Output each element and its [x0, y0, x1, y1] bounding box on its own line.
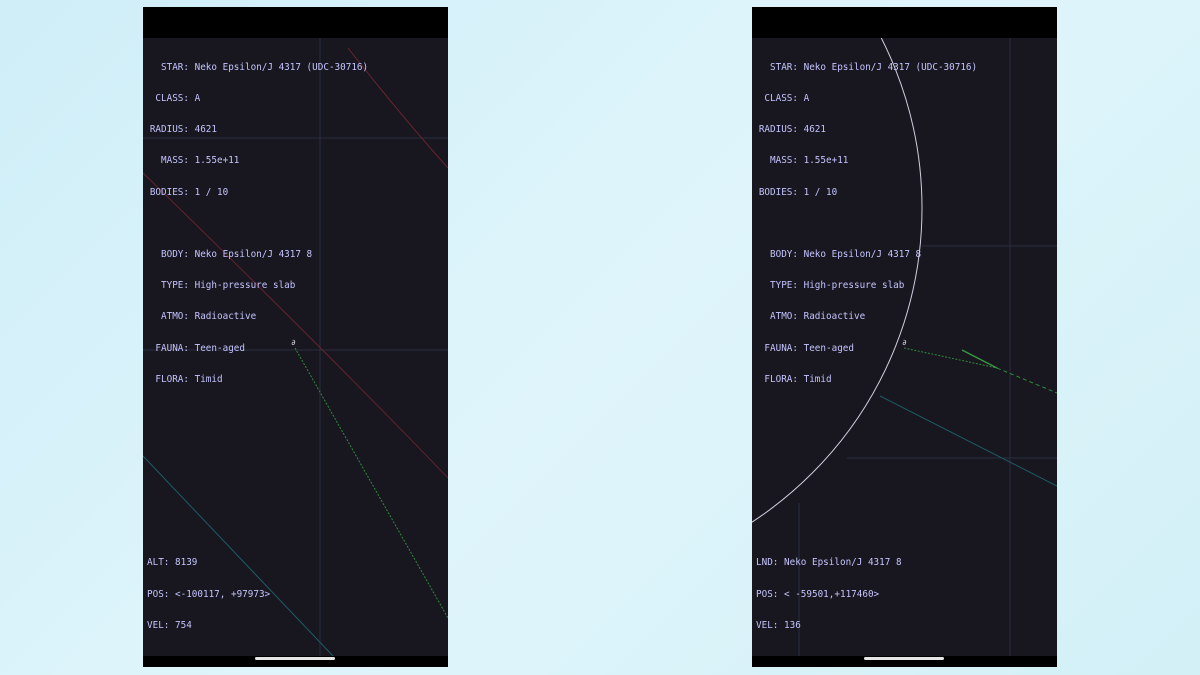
bodies-value: 1 / 10: [194, 186, 229, 198]
star-label: STAR:: [161, 61, 189, 73]
mass-value: 1.55e+11: [194, 155, 240, 167]
star-value: Neko Epsilon/J 4317 (UDC-30716): [803, 61, 978, 73]
radius-value: 4621: [194, 124, 217, 136]
landing-label: LND:: [756, 557, 779, 569]
position-value: <-100117, +97973>: [175, 588, 271, 600]
bodies-value: 1 / 10: [803, 186, 838, 198]
fauna-value: Teen-aged: [803, 342, 854, 354]
class-label: CLASS:: [155, 93, 189, 105]
phone-left: ∂ STAR: Neko Epsilon/J 4317 (UDC-30716) …: [143, 7, 448, 667]
atmo-value: Radioactive: [194, 311, 257, 323]
star-label: STAR:: [770, 61, 798, 73]
type-label: TYPE:: [770, 280, 798, 292]
altitude-value: 8139: [175, 557, 198, 569]
mass-label: MASS:: [161, 155, 189, 167]
flora-value: Timid: [803, 373, 832, 385]
radius-value: 4621: [803, 124, 826, 136]
body-label: BODY:: [161, 249, 189, 261]
trajectory-teal: [879, 395, 1057, 487]
flora-value: Timid: [194, 373, 223, 385]
star-info-panel: STAR: Neko Epsilon/J 4317 (UDC-30716) CL…: [147, 42, 368, 406]
class-value: A: [194, 93, 201, 105]
velocity-value: 136: [784, 619, 801, 631]
body-value: Neko Epsilon/J 4317 8: [194, 249, 313, 261]
atmo-label: ATMO:: [161, 311, 189, 323]
trajectory-green-dashed: [996, 367, 1057, 394]
type-label: TYPE:: [161, 280, 189, 292]
mass-value: 1.55e+11: [803, 155, 849, 167]
body-label: BODY:: [770, 249, 798, 261]
landing-value: Neko Epsilon/J 4317 8: [784, 557, 902, 569]
velocity-label: VEL:: [756, 619, 779, 631]
flora-label: FLORA:: [764, 373, 798, 385]
flora-label: FLORA:: [155, 373, 189, 385]
velocity-value: 754: [175, 619, 192, 631]
game-screen[interactable]: ∂ STAR: Neko Epsilon/J 4317 (UDC-30716) …: [752, 38, 1057, 656]
radius-label: RADIUS:: [149, 124, 189, 136]
home-indicator[interactable]: [255, 657, 335, 660]
fauna-label: FAUNA:: [764, 342, 798, 354]
bodies-label: BODIES:: [758, 186, 798, 198]
altitude-label: ALT:: [147, 557, 170, 569]
type-value: High-pressure slab: [803, 280, 905, 292]
radius-label: RADIUS:: [758, 124, 798, 136]
body-value: Neko Epsilon/J 4317 8: [803, 249, 922, 261]
home-indicator[interactable]: [864, 657, 944, 660]
type-value: High-pressure slab: [194, 280, 296, 292]
telemetry-panel: ALT: 8139 POS: <-100117, +97973> VEL: 75…: [147, 538, 270, 652]
game-screen[interactable]: ∂ STAR: Neko Epsilon/J 4317 (UDC-30716) …: [143, 38, 448, 656]
position-label: POS:: [756, 588, 779, 600]
velocity-label: VEL:: [147, 619, 170, 631]
position-value: < -59501,+117460>: [784, 588, 880, 600]
atmo-label: ATMO:: [770, 311, 798, 323]
star-info-panel: STAR: Neko Epsilon/J 4317 (UDC-30716) CL…: [756, 42, 977, 406]
atmo-value: Radioactive: [803, 311, 866, 323]
star-value: Neko Epsilon/J 4317 (UDC-30716): [194, 61, 369, 73]
fauna-value: Teen-aged: [194, 342, 245, 354]
fauna-label: FAUNA:: [155, 342, 189, 354]
class-value: A: [803, 93, 810, 105]
telemetry-panel: LND: Neko Epsilon/J 4317 8 POS: < -59501…: [756, 538, 902, 652]
position-label: POS:: [147, 588, 170, 600]
phone-right: ∂ STAR: Neko Epsilon/J 4317 (UDC-30716) …: [752, 7, 1057, 667]
mass-label: MASS:: [770, 155, 798, 167]
bodies-label: BODIES:: [149, 186, 189, 198]
class-label: CLASS:: [764, 93, 798, 105]
